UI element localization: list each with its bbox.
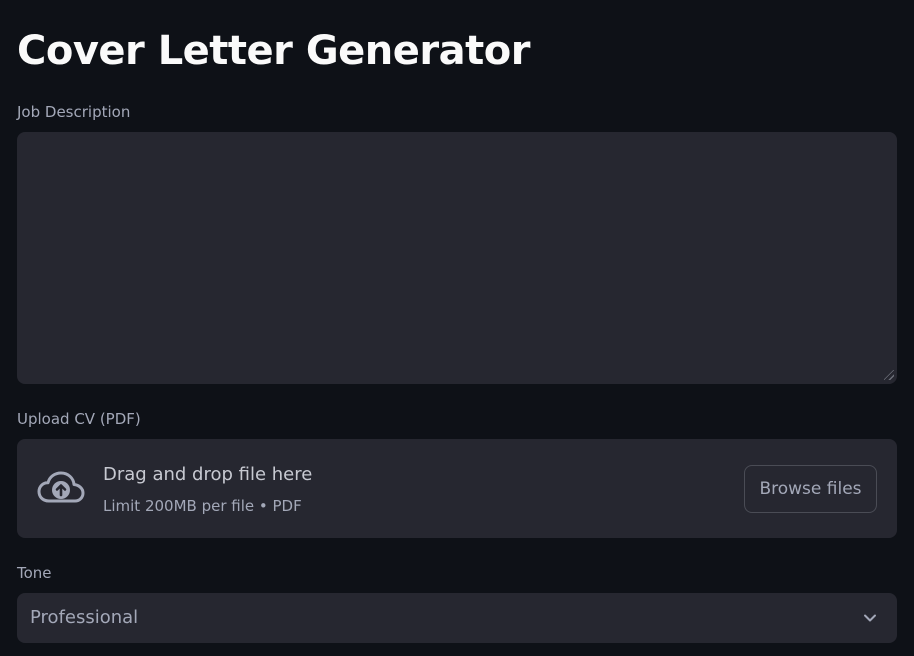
job-description-label: Job Description: [17, 103, 131, 121]
app-page: Cover Letter Generator Job Description U…: [0, 0, 914, 656]
tone-select[interactable]: Professional: [17, 593, 897, 643]
cv-upload-label: Upload CV (PDF): [17, 410, 141, 428]
browse-files-button[interactable]: Browse files: [744, 465, 877, 513]
job-description-input[interactable]: [17, 132, 897, 384]
cv-dropzone[interactable]: Drag and drop file here Limit 200MB per …: [17, 439, 897, 538]
dropzone-instructions: Drag and drop file here: [103, 464, 313, 485]
page-title: Cover Letter Generator: [17, 28, 530, 74]
resize-handle[interactable]: [884, 370, 894, 380]
chevron-down-icon: [864, 614, 876, 622]
dropzone-limit-text: Limit 200MB per file • PDF: [103, 497, 302, 515]
tone-selected-value: Professional: [30, 607, 139, 628]
cloud-upload-icon: [37, 471, 85, 503]
tone-label: Tone: [17, 564, 52, 582]
